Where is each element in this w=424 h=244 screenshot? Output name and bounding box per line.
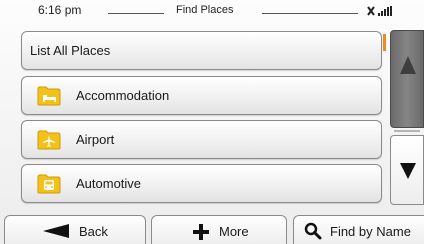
gps-signal-icon — [367, 6, 392, 16]
airplane-folder-icon — [37, 130, 61, 150]
bottom-toolbar: Back More Find by Name — [0, 212, 424, 244]
more-button[interactable]: More — [151, 215, 287, 244]
list-item-accommodation[interactable]: Accommodation — [21, 76, 382, 115]
clock-time: 6:16 pm — [38, 3, 82, 17]
status-header: 6:16 pm Find Places — [0, 0, 424, 26]
list-item-automotive[interactable]: Automotive — [21, 164, 382, 203]
scroll-up-button[interactable] — [390, 30, 424, 128]
header-divider-left — [108, 13, 164, 14]
find-by-name-label: Find by Name — [330, 224, 411, 239]
plus-icon — [193, 224, 209, 240]
selection-indicator — [383, 34, 386, 51]
scroll-down-button[interactable] — [390, 135, 424, 205]
car-folder-icon — [37, 174, 61, 194]
list-item-label: List All Places — [30, 43, 111, 58]
more-button-label: More — [219, 224, 249, 239]
page-title: Find Places — [176, 4, 234, 16]
back-button-label: Back — [79, 224, 108, 239]
list-item-list-all-places[interactable]: List All Places — [21, 31, 382, 70]
magnifier-icon — [304, 222, 322, 240]
back-button[interactable]: Back — [4, 215, 146, 244]
back-arrow-icon — [43, 224, 69, 238]
list-item-airport[interactable]: Airport — [21, 120, 382, 159]
list-item-label: Airport — [76, 132, 115, 147]
scroll-track[interactable] — [394, 128, 420, 134]
arrow-down-icon — [400, 163, 416, 179]
header-divider-right — [262, 13, 358, 14]
list-item-label: Automotive — [76, 176, 142, 191]
find-by-name-button[interactable]: Find by Name — [293, 215, 424, 244]
list-item-label: Accommodation — [76, 88, 170, 103]
bed-folder-icon — [37, 86, 61, 106]
arrow-up-icon — [400, 56, 416, 74]
